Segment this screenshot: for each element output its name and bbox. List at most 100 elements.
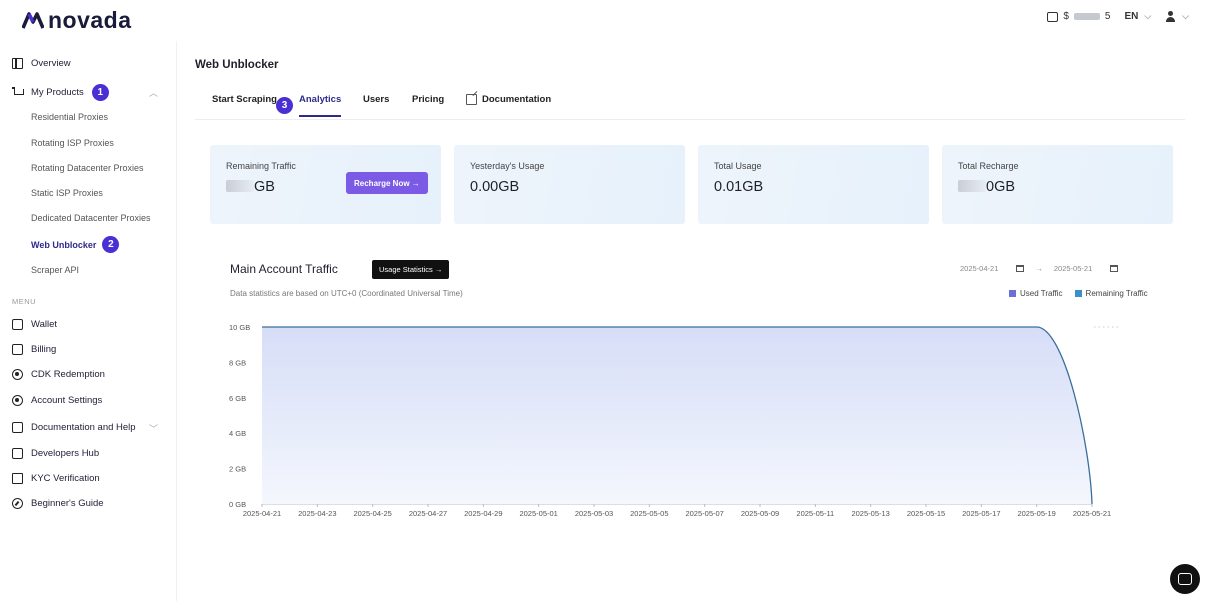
top-bar: novada $ 5 EN ⌵ ⌵	[0, 0, 1209, 40]
card-label: Yesterday's Usage	[470, 161, 545, 171]
language-selector[interactable]: EN ⌵	[1124, 11, 1151, 22]
date-from-value: 2025-04-21	[960, 264, 999, 273]
x-tick-label: 2025-04-25	[353, 509, 391, 518]
usage-statistics-button[interactable]: Usage Statistics →	[372, 260, 450, 279]
traffic-area-chart: 0 GB 2 GB 4 GB 6 GB 8 GB 10 GB 2025-04-21 2025-…	[229, 323, 1120, 518]
card-total-recharge: Total Recharge 0GB	[942, 145, 1173, 224]
sidebar-item-web-unblocker[interactable]: Web Unblocker 2	[31, 236, 120, 253]
x-tick-label: 2025-05-21	[1073, 509, 1111, 518]
tab-analytics[interactable]: Analytics	[299, 94, 342, 117]
sidebar-item-dedicated-datacenter-proxies[interactable]: Dedicated Datacenter Proxies	[31, 213, 151, 223]
masked-value	[958, 180, 986, 192]
menu-section-label: MENU	[12, 297, 37, 306]
main-content: Web Unblocker Start Scraping Analytics U…	[176, 41, 1202, 601]
step-badge: 3	[276, 97, 293, 114]
legend-used-traffic[interactable]: Used Traffic	[1009, 289, 1063, 298]
chart-legend: Used Traffic Remaining Traffic	[1009, 289, 1148, 298]
balance-prefix: $	[1063, 11, 1069, 22]
chart-title: Main Account Traffic	[230, 262, 338, 276]
sidebar-item-label: CDK Redemption	[31, 369, 105, 380]
chevron-down-icon: ⌵	[1182, 11, 1189, 21]
chart-note: Data statistics are based on UTC+0 (Coor…	[230, 289, 463, 298]
settings-icon	[12, 395, 23, 406]
sidebar-item-developers-hub[interactable]: Developers Hub	[12, 448, 99, 459]
chat-icon	[1178, 573, 1192, 585]
book-icon	[12, 422, 23, 433]
x-tick-label: 2025-04-23	[298, 509, 336, 518]
sidebar-item-wallet[interactable]: Wallet	[12, 319, 57, 330]
y-tick-label: 8 GB	[229, 358, 246, 367]
date-from-field[interactable]: 2025-04-21	[957, 262, 1027, 275]
sidebar-item-label: My Products	[31, 87, 84, 98]
billing-icon	[12, 344, 23, 355]
sidebar-item-account-settings[interactable]: Account Settings	[12, 395, 102, 406]
calendar-icon	[1110, 265, 1119, 272]
panel-icon	[12, 58, 23, 69]
sidebar-item-label: Beginner's Guide	[31, 498, 104, 509]
stats-cards: Remaining Traffic GB Recharge Now → Yest…	[210, 145, 1174, 225]
x-tick-label: 2025-04-29	[464, 509, 502, 518]
sidebar-item-my-products[interactable]: My Products 1	[12, 84, 109, 101]
step-badge: 1	[91, 84, 109, 101]
x-tick-label: 2025-05-17	[962, 509, 1000, 518]
recharge-now-button[interactable]: Recharge Now →	[346, 172, 428, 194]
masked-value	[226, 180, 254, 192]
sidebar-item-billing[interactable]: Billing	[12, 344, 56, 355]
compass-icon	[12, 498, 23, 509]
card-value: 0GB	[958, 179, 1015, 195]
sidebar-item-scraper-api[interactable]: Scraper API	[31, 265, 79, 275]
sidebar-item-kyc-verification[interactable]: KYC Verification	[12, 473, 100, 484]
x-tick-label: 2025-05-15	[907, 509, 945, 518]
tab-pricing[interactable]: Pricing	[412, 94, 444, 105]
series-area-used-traffic	[262, 327, 1092, 504]
date-to-value: 2025-05-21	[1053, 264, 1093, 273]
card-value-unit: GB	[254, 179, 275, 195]
card-value: 0.01GB	[714, 179, 764, 195]
tab-start-scraping[interactable]: Start Scraping	[212, 94, 277, 105]
card-value: 0.00GB	[470, 179, 520, 195]
calendar-icon	[1016, 265, 1025, 272]
language-label: EN	[1124, 11, 1139, 22]
sidebar-item-documentation-and-help[interactable]: Documentation and Help	[12, 422, 136, 433]
chevron-up-icon[interactable]: ︿	[149, 86, 158, 99]
legend-label: Remaining Traffic	[1085, 289, 1148, 298]
novada-logo-icon	[22, 11, 44, 29]
code-icon	[12, 448, 23, 459]
tab-documentation[interactable]: Documentation	[466, 94, 551, 105]
chevron-down-icon[interactable]: ﹀	[149, 422, 158, 435]
x-tick-label: 2025-05-05	[630, 509, 668, 518]
sidebar-item-beginners-guide[interactable]: Beginner's Guide	[12, 498, 104, 509]
sidebar-item-overview[interactable]: Overview	[12, 58, 71, 69]
balance[interactable]: $ 5	[1047, 11, 1110, 22]
logo-text: novada	[48, 7, 132, 33]
x-tick-label: 2025-05-11	[796, 509, 834, 518]
sidebar-item-label: Billing	[31, 344, 57, 355]
card-total-usage: Total Usage 0.01GB	[698, 145, 929, 224]
x-tick-label: 2025-05-09	[741, 509, 779, 518]
sidebar-item-residential-proxies[interactable]: Residential Proxies	[31, 112, 108, 122]
user-icon	[1165, 11, 1176, 22]
step-badge: 2	[102, 236, 120, 253]
page-title: Web Unblocker	[195, 59, 279, 71]
x-tick-label: 2025-05-01	[519, 509, 557, 518]
sidebar-item-label: Wallet	[31, 319, 58, 330]
chat-support-button[interactable]	[1170, 564, 1200, 594]
logo[interactable]: novada	[22, 7, 132, 34]
tab-users[interactable]: Users	[363, 94, 389, 105]
balance-suffix: 5	[1104, 11, 1111, 22]
tab-bar: Start Scraping Analytics Users Pricing D…	[195, 93, 1185, 120]
sidebar-item-static-isp-proxies[interactable]: Static ISP Proxies	[31, 188, 103, 198]
legend-remaining-traffic[interactable]: Remaining Traffic	[1074, 289, 1148, 298]
sidebar-item-cdk-redemption[interactable]: CDK Redemption	[12, 369, 105, 380]
card-value: GB	[226, 179, 275, 195]
chevron-down-icon: ⌵	[1144, 11, 1152, 21]
sidebar-item-rotating-datacenter-proxies[interactable]: Rotating Datacenter Proxies	[31, 163, 144, 173]
sidebar-item-label: KYC Verification	[31, 473, 100, 484]
date-range-picker[interactable]: 2025-04-21 → 2025-05-21	[957, 262, 1121, 275]
legend-label: Used Traffic	[1020, 289, 1063, 298]
sidebar-item-rotating-isp-proxies[interactable]: Rotating ISP Proxies	[31, 138, 114, 148]
user-menu[interactable]: ⌵	[1165, 11, 1189, 22]
y-tick-label: 2 GB	[229, 465, 246, 474]
date-to-field[interactable]: 2025-05-21	[1051, 262, 1121, 275]
y-tick-label: 4 GB	[229, 429, 246, 438]
